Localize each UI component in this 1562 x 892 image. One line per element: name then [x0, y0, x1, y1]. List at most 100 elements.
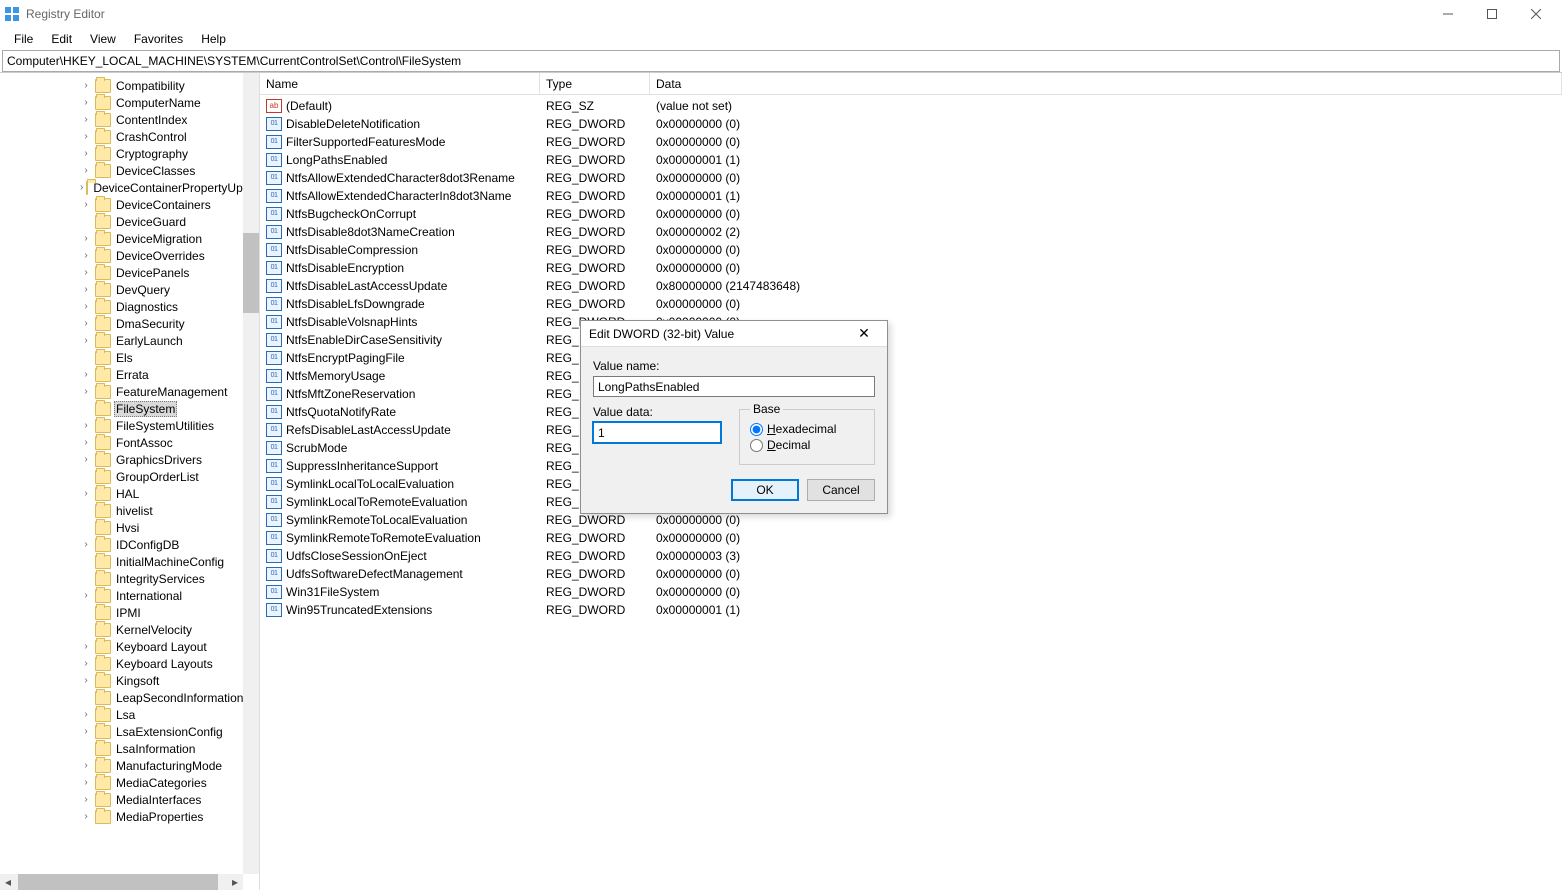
tree-item[interactable]: ›Cryptography	[0, 145, 259, 162]
value-row[interactable]: NtfsQuotaNotifyRateREG_	[260, 403, 1562, 421]
value-row[interactable]: NtfsDisableLfsDowngradeREG_DWORD0x000000…	[260, 295, 1562, 313]
value-name-input[interactable]	[593, 376, 875, 397]
tree-item[interactable]: ›DeviceContainers	[0, 196, 259, 213]
tree-item[interactable]: ›EarlyLaunch	[0, 332, 259, 349]
chevron-right-icon[interactable]: ›	[80, 182, 83, 193]
address-bar[interactable]: Computer\HKEY_LOCAL_MACHINE\SYSTEM\Curre…	[2, 50, 1560, 72]
tree-scrollbar-vertical[interactable]	[243, 73, 259, 874]
chevron-right-icon[interactable]: ›	[80, 641, 92, 652]
value-row[interactable]: NtfsEnableDirCaseSensitivityREG_	[260, 331, 1562, 349]
tree-item[interactable]: ›ContentIndex	[0, 111, 259, 128]
tree-item[interactable]: ›Kingsoft	[0, 672, 259, 689]
tree-item[interactable]: ›Errata	[0, 366, 259, 383]
value-row[interactable]: NtfsMftZoneReservationREG_	[260, 385, 1562, 403]
menu-edit[interactable]: Edit	[43, 30, 80, 48]
dialog-titlebar[interactable]: Edit DWORD (32-bit) Value ✕	[581, 321, 887, 347]
scroll-left-icon[interactable]: ◂	[0, 874, 16, 890]
chevron-right-icon[interactable]: ›	[80, 675, 92, 686]
menu-help[interactable]: Help	[193, 30, 234, 48]
tree-item[interactable]: InitialMachineConfig	[0, 553, 259, 570]
value-data-input[interactable]	[593, 422, 721, 443]
tree-item[interactable]: ›DeviceContainerPropertyUpdate	[0, 179, 259, 196]
chevron-right-icon[interactable]: ›	[80, 709, 92, 720]
tree-item[interactable]: ›Diagnostics	[0, 298, 259, 315]
tree-item[interactable]: ›FileSystemUtilities	[0, 417, 259, 434]
chevron-right-icon[interactable]: ›	[80, 233, 92, 244]
tree-item[interactable]: ›MediaInterfaces	[0, 791, 259, 808]
tree-item[interactable]: ›FeatureManagement	[0, 383, 259, 400]
tree-item[interactable]: ›MediaCategories	[0, 774, 259, 791]
value-row[interactable]: NtfsAllowExtendedCharacter8dot3RenameREG…	[260, 169, 1562, 187]
tree-item[interactable]: ›IDConfigDB	[0, 536, 259, 553]
chevron-right-icon[interactable]: ›	[80, 97, 92, 108]
tree-item[interactable]: GroupOrderList	[0, 468, 259, 485]
chevron-right-icon[interactable]: ›	[80, 335, 92, 346]
chevron-right-icon[interactable]: ›	[80, 80, 92, 91]
tree-item[interactable]: IPMI	[0, 604, 259, 621]
cancel-button[interactable]: Cancel	[807, 479, 875, 501]
value-row[interactable]: UdfsSoftwareDefectManagementREG_DWORD0x0…	[260, 565, 1562, 583]
tree-item[interactable]: ›MediaProperties	[0, 808, 259, 825]
value-row[interactable]: SymlinkLocalToRemoteEvaluationREG_	[260, 493, 1562, 511]
value-row[interactable]: SymlinkRemoteToRemoteEvaluationREG_DWORD…	[260, 529, 1562, 547]
chevron-right-icon[interactable]: ›	[80, 454, 92, 465]
value-row[interactable]: LongPathsEnabledREG_DWORD0x00000001 (1)	[260, 151, 1562, 169]
chevron-right-icon[interactable]: ›	[80, 488, 92, 499]
tree-scroll-thumb-h[interactable]	[18, 874, 218, 890]
radio-dec-input[interactable]	[750, 439, 763, 452]
value-row[interactable]: Win31FileSystemREG_DWORD0x00000000 (0)	[260, 583, 1562, 601]
tree-item[interactable]: ›Keyboard Layout	[0, 638, 259, 655]
chevron-right-icon[interactable]: ›	[80, 284, 92, 295]
value-row[interactable]: NtfsAllowExtendedCharacterIn8dot3NameREG…	[260, 187, 1562, 205]
radio-decimal[interactable]: Decimal	[750, 438, 864, 452]
value-row[interactable]: RefsDisableLastAccessUpdateREG_	[260, 421, 1562, 439]
chevron-right-icon[interactable]: ›	[80, 250, 92, 261]
maximize-button[interactable]	[1470, 0, 1514, 28]
value-row[interactable]: NtfsDisableEncryptionREG_DWORD0x00000000…	[260, 259, 1562, 277]
dialog-close-button[interactable]: ✕	[849, 325, 879, 342]
chevron-right-icon[interactable]: ›	[80, 760, 92, 771]
value-row[interactable]: (Default)REG_SZ(value not set)	[260, 97, 1562, 115]
tree-item[interactable]: ›DevQuery	[0, 281, 259, 298]
menu-file[interactable]: File	[6, 30, 41, 48]
chevron-right-icon[interactable]: ›	[80, 726, 92, 737]
tree-item[interactable]: ›HAL	[0, 485, 259, 502]
chevron-right-icon[interactable]: ›	[80, 131, 92, 142]
tree-item[interactable]: ›DeviceClasses	[0, 162, 259, 179]
value-row[interactable]: UdfsCloseSessionOnEjectREG_DWORD0x000000…	[260, 547, 1562, 565]
tree-item[interactable]: ›DeviceOverrides	[0, 247, 259, 264]
value-row[interactable]: SymlinkLocalToLocalEvaluationREG_	[260, 475, 1562, 493]
radio-hex-input[interactable]	[750, 423, 763, 436]
value-row[interactable]: NtfsEncryptPagingFileREG_	[260, 349, 1562, 367]
chevron-right-icon[interactable]: ›	[80, 148, 92, 159]
menu-view[interactable]: View	[82, 30, 124, 48]
tree-item[interactable]: ›ManufacturingMode	[0, 757, 259, 774]
chevron-right-icon[interactable]: ›	[80, 777, 92, 788]
tree-item[interactable]: ›CrashControl	[0, 128, 259, 145]
tree-item[interactable]: ›LsaExtensionConfig	[0, 723, 259, 740]
chevron-right-icon[interactable]: ›	[80, 811, 92, 822]
tree-item[interactable]: LsaInformation	[0, 740, 259, 757]
minimize-button[interactable]	[1426, 0, 1470, 28]
chevron-right-icon[interactable]: ›	[80, 420, 92, 431]
tree-item[interactable]: hivelist	[0, 502, 259, 519]
tree-item[interactable]: ›GraphicsDrivers	[0, 451, 259, 468]
tree-item[interactable]: ›DevicePanels	[0, 264, 259, 281]
tree-item[interactable]: ›DmaSecurity	[0, 315, 259, 332]
value-row[interactable]: FilterSupportedFeaturesModeREG_DWORD0x00…	[260, 133, 1562, 151]
tree-scroll-thumb-v[interactable]	[243, 233, 259, 313]
col-header-type[interactable]: Type	[540, 73, 650, 94]
chevron-right-icon[interactable]: ›	[80, 369, 92, 380]
chevron-right-icon[interactable]: ›	[80, 114, 92, 125]
scroll-right-icon[interactable]: ▸	[227, 874, 243, 890]
chevron-right-icon[interactable]: ›	[80, 301, 92, 312]
tree-item[interactable]: ›FontAssoc	[0, 434, 259, 451]
col-header-data[interactable]: Data	[650, 73, 1562, 94]
value-row[interactable]: NtfsDisable8dot3NameCreationREG_DWORD0x0…	[260, 223, 1562, 241]
ok-button[interactable]: OK	[731, 479, 799, 501]
menu-favorites[interactable]: Favorites	[126, 30, 191, 48]
chevron-right-icon[interactable]: ›	[80, 794, 92, 805]
value-row[interactable]: Win95TruncatedExtensionsREG_DWORD0x00000…	[260, 601, 1562, 619]
value-row[interactable]: NtfsDisableCompressionREG_DWORD0x0000000…	[260, 241, 1562, 259]
tree-item[interactable]: ›ComputerName	[0, 94, 259, 111]
